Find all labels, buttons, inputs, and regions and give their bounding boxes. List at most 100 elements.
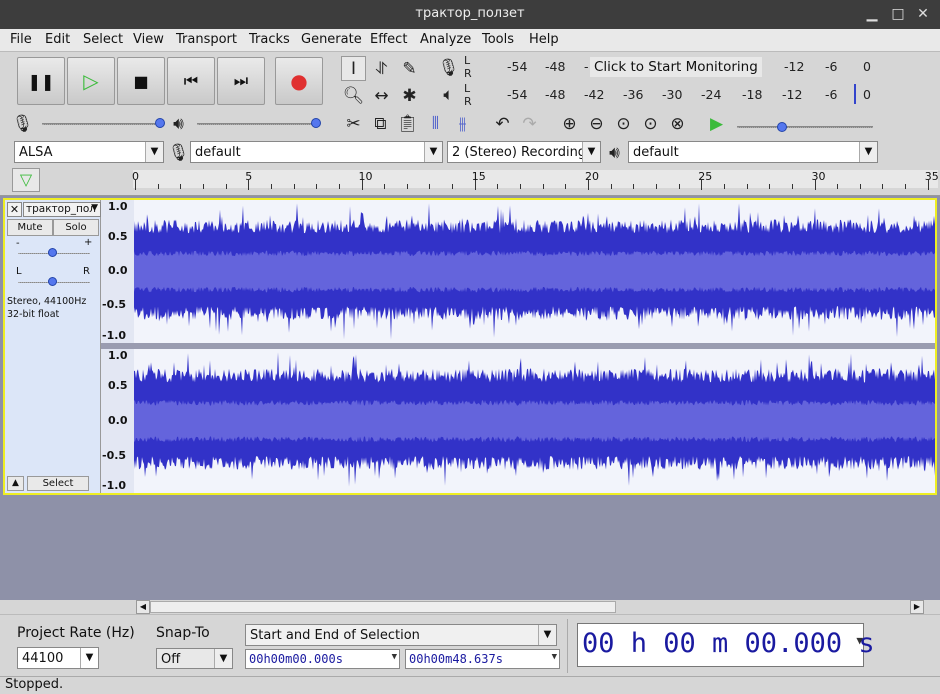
gain-thumb[interactable]: [48, 248, 57, 257]
zoom-tool-icon[interactable]: 🔍︎: [341, 83, 366, 108]
playback-meter-peak-marker: [854, 84, 856, 104]
redo-icon[interactable]: ↷: [517, 111, 542, 136]
scale-label: 1.0: [108, 200, 128, 213]
zoom-out-icon[interactable]: ⊖: [584, 111, 609, 136]
minimize-icon[interactable]: ▁: [862, 4, 882, 24]
play-at-speed-slider[interactable]: [737, 126, 873, 128]
playback-meter[interactable]: -54 -48 -42 -36 -30 -24 -18 -12 -6 0: [475, 83, 875, 109]
menu-edit[interactable]: Edit: [45, 32, 70, 47]
ruler-tick: [723, 184, 725, 189]
skip-to-start-button[interactable]: ⏮: [167, 57, 215, 105]
channel1-amplitude-ruler[interactable]: 1.0 0.5 0.0 -0.5 -1.0: [101, 200, 134, 343]
maximize-icon[interactable]: □: [888, 4, 908, 24]
channel2-amplitude-ruler[interactable]: 1.0 0.5 0.0 -0.5 -1.0: [101, 349, 134, 493]
record-button[interactable]: ●: [275, 57, 323, 105]
recording-volume-thumb[interactable]: [155, 118, 165, 128]
start-monitoring-label[interactable]: Click to Start Monitoring: [590, 57, 762, 77]
close-icon[interactable]: ✕: [913, 4, 933, 24]
menu-generate[interactable]: Generate: [301, 32, 362, 47]
horizontal-scrollbar[interactable]: ◀ ▶: [136, 600, 924, 614]
draw-tool-icon[interactable]: ✎: [397, 56, 422, 81]
gain-plus-label: +: [84, 237, 93, 248]
audio-position-display[interactable]: 00 h 00 m 00.000 s ▼: [577, 623, 875, 667]
paste-icon[interactable]: 📋︎: [395, 111, 420, 136]
playback-device-select[interactable]: default ▼: [628, 141, 878, 163]
pan-thumb[interactable]: [48, 277, 57, 286]
playback-volume-slider[interactable]: [197, 123, 315, 125]
waveform-right-svg: [134, 352, 935, 487]
ruler-tick: [157, 184, 159, 189]
menu-effect[interactable]: Effect: [370, 32, 407, 47]
solo-button[interactable]: Solo: [53, 219, 99, 236]
pause-button[interactable]: ❚❚: [17, 57, 65, 105]
menu-file[interactable]: File: [10, 32, 32, 47]
play-button[interactable]: ▷: [67, 57, 115, 105]
record-meter[interactable]: -54 -48 - Click to Start Monitoring -12 …: [475, 55, 875, 81]
play-at-speed-icon[interactable]: ▶: [704, 111, 729, 136]
meter-tick: -12: [782, 87, 803, 102]
skip-to-end-button[interactable]: ⏭: [217, 57, 265, 105]
ruler-tick: [859, 184, 861, 189]
menu-view[interactable]: View: [133, 32, 164, 47]
playback-volume-thumb[interactable]: [311, 118, 321, 128]
menu-select[interactable]: Select: [83, 32, 123, 47]
multi-tool-icon[interactable]: ✱: [397, 83, 422, 108]
meter-tick: -54: [507, 59, 528, 74]
play-at-speed-thumb[interactable]: [777, 122, 787, 132]
arrow-left-icon: ◀: [139, 602, 147, 611]
scroll-left-button[interactable]: ◀: [136, 600, 150, 614]
zoom-in-icon[interactable]: ⊕: [557, 111, 582, 136]
track-name-menu[interactable]: трактор_пол ▼: [23, 202, 101, 217]
scroll-right-button[interactable]: ▶: [910, 600, 924, 614]
recording-volume-slider[interactable]: [42, 123, 160, 125]
collapse-track-button[interactable]: ▲: [7, 476, 24, 491]
menu-help[interactable]: Help: [529, 32, 559, 47]
meter-tick: 0: [863, 87, 871, 102]
recording-device-select[interactable]: default ▼: [190, 141, 443, 163]
menu-tracks[interactable]: Tracks: [249, 32, 290, 47]
fit-project-icon[interactable]: ⊙: [638, 111, 663, 136]
selection-start-time[interactable]: 00h00m00.000s ▼: [245, 649, 400, 669]
selection-end-time[interactable]: 00h00m48.637s ▼: [405, 649, 560, 669]
track-close-button[interactable]: ✕: [7, 202, 22, 217]
waveform-channel-left[interactable]: [134, 200, 935, 343]
copy-icon[interactable]: ⧉: [368, 111, 393, 136]
project-rate-select[interactable]: 44100 ▼: [17, 647, 99, 669]
snap-to-select[interactable]: Off ▼: [156, 648, 233, 669]
speaker-volume-icon: 🔊︎: [173, 113, 184, 134]
envelope-tool-icon[interactable]: ⥯: [369, 56, 394, 81]
meter-tick: -6: [825, 87, 838, 102]
playback-meter-speaker-icon[interactable]: 🔈︎: [436, 82, 461, 107]
stop-button[interactable]: ■: [117, 57, 165, 105]
mute-button[interactable]: Mute: [7, 219, 53, 236]
selection-mode-select[interactable]: Start and End of Selection ▼: [245, 624, 557, 646]
zoom-toggle-icon[interactable]: ⊗: [665, 111, 690, 136]
menu-tools[interactable]: Tools: [482, 32, 514, 47]
selection-tool-icon[interactable]: I: [341, 56, 366, 81]
chevron-down-icon: ▼: [80, 648, 98, 668]
scrollbar-thumb[interactable]: [150, 601, 616, 613]
menu-transport[interactable]: Transport: [176, 32, 237, 47]
select-track-button[interactable]: Select: [27, 476, 89, 491]
silence-icon[interactable]: ⫵: [450, 111, 475, 136]
undo-icon[interactable]: ↶: [490, 111, 515, 136]
waveform-channel-right[interactable]: [134, 349, 935, 493]
waveform-left-svg: [134, 203, 935, 340]
cut-icon[interactable]: ✂: [341, 111, 366, 136]
audio-host-select[interactable]: ALSA ▼: [14, 141, 164, 163]
timeshift-tool-icon[interactable]: ↔: [369, 83, 394, 108]
chevron-down-icon: ▼: [538, 625, 556, 645]
track-control-panel: ✕ трактор_пол ▼ Mute Solo - + L R Stereo,…: [5, 200, 101, 493]
menu-analyze[interactable]: Analyze: [420, 32, 471, 47]
trim-icon[interactable]: ⫴: [423, 111, 448, 136]
play-icon: ▷: [83, 69, 99, 93]
fit-selection-icon[interactable]: ⊙: [611, 111, 636, 136]
meter-tick: -18: [742, 87, 763, 102]
stop-icon: ■: [133, 71, 149, 91]
scale-label: -0.5: [102, 449, 127, 462]
selection-start-value: 00h00m00.000s: [249, 652, 343, 666]
record-meter-mic-icon[interactable]: 🎙︎: [436, 55, 461, 80]
chevron-down-icon: ▼: [145, 142, 163, 162]
timeline-options-button[interactable]: ▽: [12, 168, 40, 192]
recording-channels-select[interactable]: 2 (Stereo) Recording C ▼: [447, 141, 601, 163]
